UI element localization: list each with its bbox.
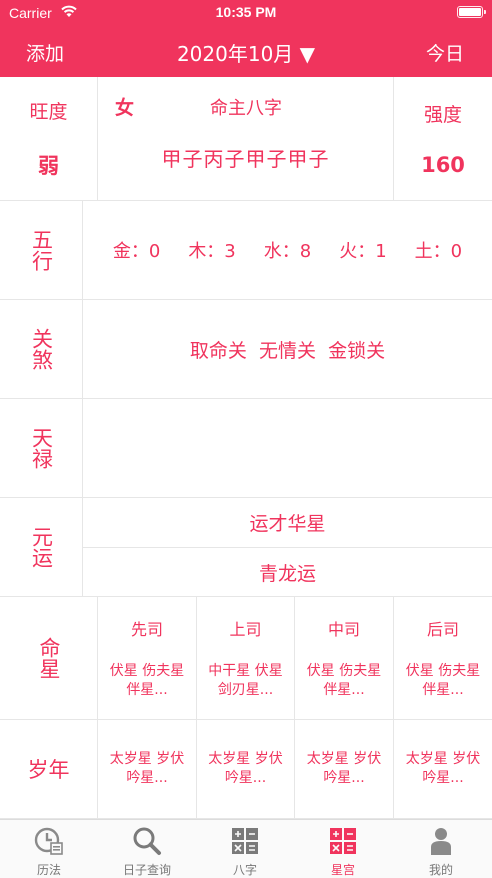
mingxing-col-3: 中司 伏星 伤夫星 伴星... bbox=[295, 597, 394, 720]
battery-icon bbox=[457, 6, 486, 18]
suinian-col-2: 太岁星 岁伏吟星... bbox=[197, 720, 295, 819]
mingxing-col-head: 后司 bbox=[426, 620, 459, 639]
clock-calendar-icon bbox=[34, 827, 63, 855]
tianlu-value bbox=[83, 399, 492, 498]
degree-cell: 强度 160 bbox=[394, 77, 492, 201]
mingxing-col-text: 伏星 伤夫星 伴星... bbox=[109, 663, 185, 698]
month-picker[interactable]: 2020年10月 ▼ bbox=[0, 38, 492, 67]
tianlu-label: 天禄 bbox=[29, 427, 54, 469]
yuanyun-line1: 运才华星 bbox=[83, 498, 492, 548]
wuxing-wood: 木：3 bbox=[188, 241, 236, 262]
bazi-cell: 女 命主八字 甲子丙子甲子甲子 bbox=[98, 77, 394, 201]
tab-bazi[interactable]: 八字 bbox=[196, 820, 294, 878]
clock-time: 10:35 PM bbox=[215, 4, 277, 20]
mingxing-col-head: 先司 bbox=[130, 620, 163, 639]
mingxing-label-cell: 命星 bbox=[0, 597, 98, 720]
strength-value: 弱 bbox=[38, 154, 59, 178]
wuxing-label: 五行 bbox=[29, 229, 54, 271]
grid-icon bbox=[232, 828, 258, 854]
guansha-label: 关煞 bbox=[29, 328, 54, 370]
tab-star-palace[interactable]: 星宫 bbox=[294, 820, 392, 878]
mingxing-col-head: 上司 bbox=[229, 620, 262, 639]
tab-bar: 历法 日子查询 八字 星宫 我的 bbox=[0, 819, 492, 878]
suinian-col-text: 太岁星 岁伏吟星... bbox=[405, 751, 481, 786]
tab-mine[interactable]: 我的 bbox=[392, 820, 492, 878]
tab-label: 日子查询 bbox=[122, 863, 171, 877]
suinian-col-text: 太岁星 岁伏吟星... bbox=[208, 751, 283, 786]
suinian-col-1: 太岁星 岁伏吟星... bbox=[98, 720, 197, 819]
search-icon bbox=[133, 827, 161, 855]
tab-label: 星宫 bbox=[330, 863, 355, 877]
status-bar: Carrier 10:35 PM bbox=[0, 0, 492, 26]
mingxing-col-2: 上司 中干星 伏星 剑刃星... bbox=[197, 597, 295, 720]
strength-cell: 旺度 弱 bbox=[0, 77, 98, 201]
guansha-value: 取命关 无情关 金锁关 bbox=[83, 300, 492, 399]
suinian-label-cell: 岁年 bbox=[0, 720, 98, 819]
mingxing-label: 命星 bbox=[37, 637, 61, 679]
navigation-bar: 添加 2020年10月 ▼ 今日 bbox=[0, 26, 492, 77]
bazi-value: 甲子丙子甲子甲子 bbox=[161, 147, 330, 171]
strength-label: 旺度 bbox=[29, 101, 68, 123]
degree-value: 160 bbox=[421, 153, 465, 177]
mingxing-col-text: 伏星 伤夫星 伴星... bbox=[306, 663, 382, 698]
tianlu-label-cell: 天禄 bbox=[0, 399, 83, 498]
tab-label: 八字 bbox=[232, 863, 257, 877]
guansha-label-cell: 关煞 bbox=[0, 300, 83, 399]
wuxing-earth: 土：0 bbox=[414, 241, 463, 262]
grid-icon bbox=[330, 828, 356, 854]
suinian-col-text: 太岁星 岁伏吟星... bbox=[306, 751, 382, 786]
mingxing-col-text: 伏星 伤夫星 伴星... bbox=[405, 663, 481, 698]
mingxing-col-4: 后司 伏星 伤夫星 伴星... bbox=[394, 597, 492, 720]
suinian-col-3: 太岁星 岁伏吟星... bbox=[295, 720, 394, 819]
degree-label: 强度 bbox=[423, 104, 462, 126]
today-button[interactable]: 今日 bbox=[426, 39, 464, 66]
tab-day-search[interactable]: 日子查询 bbox=[98, 820, 196, 878]
yuanyun-label-cell: 元运 bbox=[0, 498, 83, 597]
suinian-col-4: 太岁星 岁伏吟星... bbox=[394, 720, 492, 819]
person-icon bbox=[431, 828, 451, 855]
mingxing-col-head: 中司 bbox=[327, 620, 360, 639]
top-bar: Carrier 10:35 PM 添加 2020年10月 ▼ 今日 bbox=[0, 0, 492, 77]
wuxing-values: 金：0 木：3 水：8 火：1 土：0 bbox=[83, 201, 492, 300]
yuanyun-line2: 青龙运 bbox=[83, 548, 492, 597]
wuxing-metal: 金：0 bbox=[112, 241, 161, 262]
suinian-col-text: 太岁星 岁伏吟星... bbox=[109, 751, 185, 786]
chart-title: 命主八字 bbox=[210, 98, 282, 119]
wuxing-label-cell: 五行 bbox=[0, 201, 83, 300]
wuxing-fire: 火：1 bbox=[339, 241, 387, 262]
tab-label: 历法 bbox=[36, 863, 61, 877]
yuanyun-label: 元运 bbox=[29, 526, 54, 568]
tab-calendar[interactable]: 历法 bbox=[0, 820, 98, 878]
suinian-label: 岁年 bbox=[27, 758, 70, 782]
mingxing-col-1: 先司 伏星 伤夫星 伴星... bbox=[98, 597, 197, 720]
wuxing-water: 水：8 bbox=[263, 241, 312, 262]
mingxing-col-text: 中干星 伏星 剑刃星... bbox=[208, 663, 283, 698]
tab-label: 我的 bbox=[428, 863, 453, 877]
